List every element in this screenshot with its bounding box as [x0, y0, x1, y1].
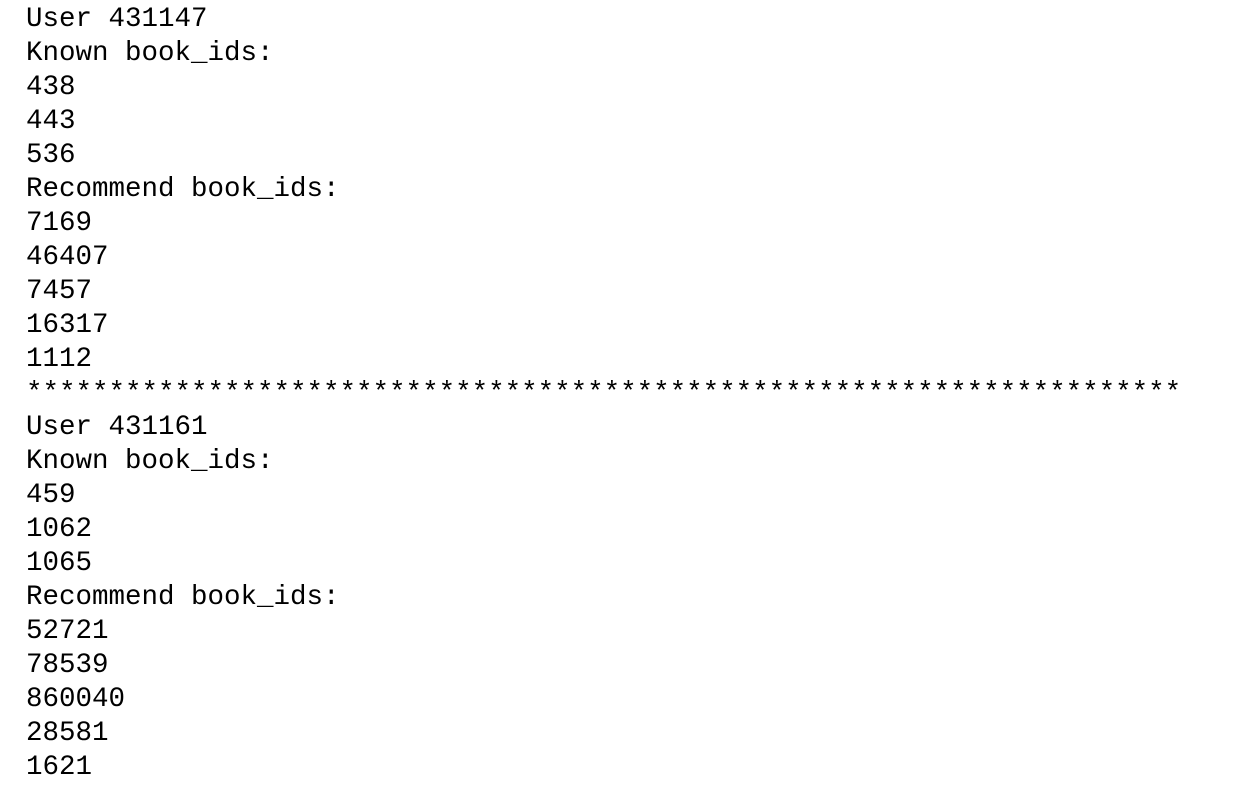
known-book-id: 1062 — [26, 514, 93, 545]
recommend-header: Recommend book_ids: — [26, 174, 340, 205]
known-header: Known book_ids: — [26, 38, 274, 69]
recommend-book-id: 52721 — [26, 616, 109, 647]
recommend-book-id: 46407 — [26, 242, 109, 273]
known-book-id: 1065 — [26, 548, 93, 579]
recommend-header: Recommend book_ids: — [26, 582, 340, 613]
recommend-book-id: 7457 — [26, 276, 93, 307]
user-line: User 431147 — [26, 4, 208, 35]
known-header: Known book_ids: — [26, 446, 274, 477]
recommend-book-id: 28581 — [26, 718, 109, 749]
recommend-book-id: 1621 — [26, 752, 93, 783]
recommend-book-id: 16317 — [26, 310, 109, 341]
user-line: User 431161 — [26, 412, 208, 443]
known-book-id: 443 — [26, 106, 76, 137]
console-output: User 431147 Known book_ids: 438 443 536 … — [26, 3, 1181, 785]
separator-line: ****************************************… — [26, 378, 1182, 409]
known-book-id: 438 — [26, 72, 76, 103]
recommend-book-id: 7169 — [26, 208, 93, 239]
known-book-id: 536 — [26, 140, 76, 171]
known-book-id: 459 — [26, 480, 76, 511]
recommend-book-id: 860040 — [26, 684, 126, 715]
recommend-book-id: 1112 — [26, 344, 93, 375]
recommend-book-id: 78539 — [26, 650, 109, 681]
